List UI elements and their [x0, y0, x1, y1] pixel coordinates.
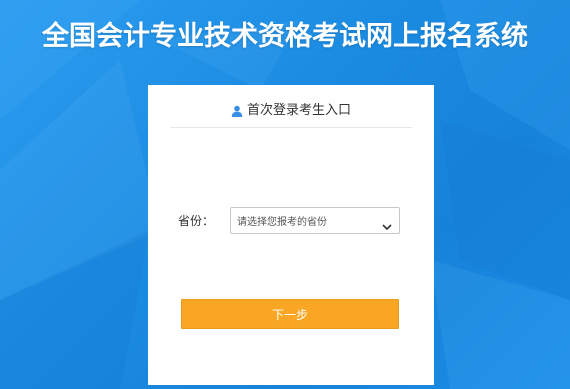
- user-icon: [231, 102, 243, 117]
- next-step-button[interactable]: 下一步: [181, 299, 399, 329]
- province-label: 省份：: [178, 213, 215, 228]
- province-field-row: 省份： 请选择您报考的省份: [178, 205, 408, 235]
- page-title: 全国会计专业技术资格考试网上报名系统: [42, 21, 528, 52]
- login-card: 首次登录考生入口 省份： 请选择您报考的省份 下一步: [148, 85, 434, 385]
- province-select-value: 请选择您报考的省份: [237, 216, 327, 228]
- card-header-title: 首次登录考生入口: [246, 102, 351, 118]
- province-select[interactable]: 请选择您报考的省份: [230, 206, 400, 234]
- chevron-down-icon: [382, 216, 392, 230]
- card-header: 首次登录考生入口: [170, 85, 412, 128]
